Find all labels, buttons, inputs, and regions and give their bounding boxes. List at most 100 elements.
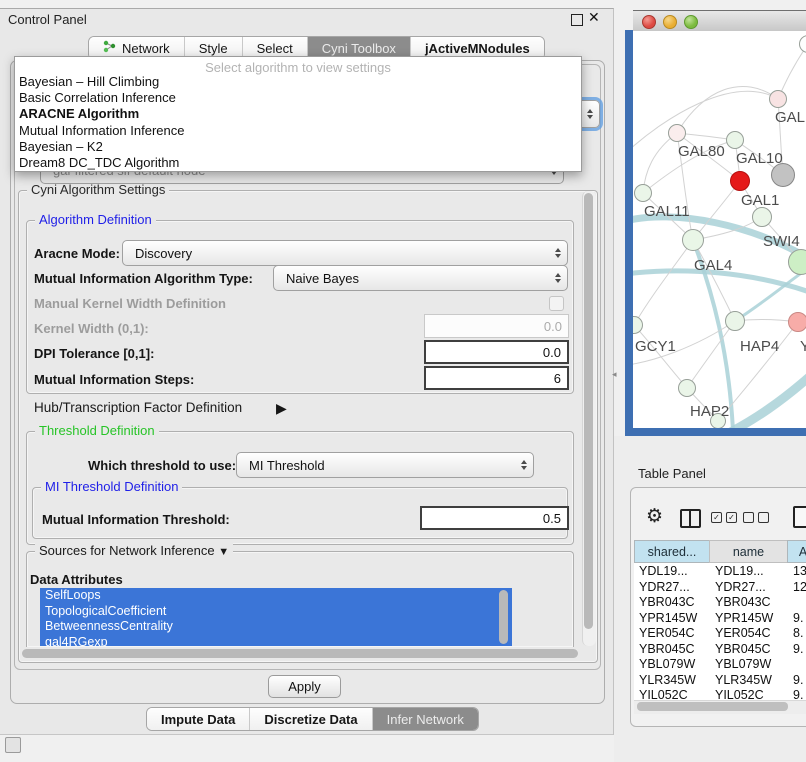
network-view-canvas[interactable]: GAL GAL80 GAL10 GAL1 GAL11 SWI4 GAL4 GCY… (633, 31, 806, 428)
tab-network-label: Network (122, 41, 170, 56)
list-item[interactable]: TopologicalCoefficient (40, 604, 512, 620)
dropdown-item[interactable]: Bayesian – Hill Climbing (15, 74, 581, 90)
network-node-salmon[interactable] (788, 312, 806, 332)
table-cell[interactable]: YBL079W (712, 657, 787, 673)
network-node-selected-red[interactable] (730, 171, 750, 191)
table-cell[interactable]: YIL052C (636, 688, 711, 700)
column-header-clipped[interactable]: A (787, 540, 806, 563)
sources-group-title: Sources for Network Inference ▼ (35, 543, 233, 558)
network-node[interactable] (682, 229, 704, 251)
dropdown-item[interactable]: Mutual Information Inference (15, 123, 581, 139)
table-cell[interactable]: YBR045C (712, 642, 787, 658)
column-header-shared-name[interactable]: shared... (634, 540, 710, 563)
mi-algorithm-type-label: Mutual Information Algorithm Type: (34, 271, 253, 286)
network-node[interactable] (668, 124, 686, 142)
table-cell[interactable]: 12 (790, 580, 806, 596)
table-cell[interactable]: YPR145W (712, 611, 787, 627)
table-cell[interactable]: YBR043C (636, 595, 711, 611)
table-cell[interactable]: YBR045C (636, 642, 711, 658)
table-cell[interactable]: YPR145W (636, 611, 711, 627)
table-cell[interactable]: 9. (790, 673, 806, 689)
float-panel-icon[interactable] (571, 14, 583, 26)
splitter-arrow-icon[interactable]: ◂ (612, 369, 617, 380)
list-item[interactable]: SelfLoops (40, 588, 512, 604)
table-cell[interactable]: YIL052C (712, 688, 787, 700)
table-cell[interactable]: YLR345W (636, 673, 711, 689)
hub-definition-label[interactable]: Hub/Transcription Factor Definition (34, 400, 242, 415)
settings-hscroll-thumb[interactable] (22, 649, 578, 658)
export-table-icon[interactable] (793, 506, 806, 528)
select-all-columns-icon[interactable]: ✓✓ (711, 512, 737, 523)
network-icon (103, 40, 116, 56)
network-node[interactable] (725, 311, 745, 331)
aracne-mode-combo[interactable]: Discovery (122, 240, 568, 266)
window-minimize-icon[interactable] (663, 15, 677, 29)
node-label: GAL11 (644, 203, 690, 220)
table-cell[interactable]: YER054C (712, 626, 787, 642)
network-node[interactable] (726, 131, 744, 149)
data-attributes-label: Data Attributes (30, 572, 123, 587)
list-item[interactable]: BetweennessCentrality (40, 619, 512, 635)
table-cell[interactable]: 13 (790, 564, 806, 580)
deselect-all-columns-icon[interactable] (743, 512, 769, 523)
settings-vscroll-thumb[interactable] (584, 193, 593, 629)
table-cell[interactable]: YLR345W (712, 673, 787, 689)
attribute-list-scrollbar[interactable] (499, 590, 508, 644)
node-attribute-table[interactable]: shared... name A YDL19... YDL19... 13 YD… (634, 540, 806, 700)
mi-threshold-field[interactable]: 0.5 (420, 506, 569, 530)
minimized-panel-icon[interactable] (5, 737, 21, 753)
dpi-tolerance-field[interactable]: 0.0 (424, 340, 569, 364)
table-cell[interactable]: 8. (790, 626, 806, 642)
manual-kernel-width-checkbox[interactable] (549, 296, 564, 311)
data-attributes-list[interactable]: SelfLoops TopologicalCoefficient Between… (40, 588, 512, 646)
mi-threshold-value: 0.5 (543, 511, 561, 526)
mi-algorithm-type-combo[interactable]: Naive Bayes (273, 265, 568, 291)
network-node[interactable] (752, 207, 772, 227)
sources-disclosure-expanded-icon[interactable]: ▼ (218, 546, 229, 558)
table-cell[interactable]: YER054C (636, 626, 711, 642)
algorithm-definition-title: Algorithm Definition (35, 212, 156, 227)
kernel-width-field[interactable]: 0.0 (424, 314, 569, 338)
dropdown-item[interactable]: Dream8 DC_TDC Algorithm (15, 155, 581, 171)
apply-button[interactable]: Apply (268, 675, 341, 698)
network-window-titlebar[interactable] (633, 10, 806, 33)
node-label: GAL4 (694, 257, 732, 274)
columns-icon[interactable] (680, 509, 701, 528)
column-header-name[interactable]: name (709, 540, 788, 563)
table-cell[interactable]: YDR27... (712, 580, 787, 596)
combo-arrows-icon (515, 460, 533, 470)
network-node[interactable] (678, 379, 696, 397)
table-cell[interactable]: YBL079W (636, 657, 711, 673)
tab-discretize-data[interactable]: Discretize Data (250, 708, 372, 730)
table-cell[interactable]: YDR27... (636, 580, 711, 596)
table-cell[interactable]: 9. (790, 688, 806, 700)
table-cell[interactable] (790, 657, 806, 673)
gear-icon[interactable]: ⚙ (646, 505, 663, 528)
dropdown-item-selected[interactable]: ARACNE Algorithm (15, 106, 581, 122)
tab-impute-data-label: Impute Data (161, 712, 235, 727)
table-cell[interactable]: 9. (790, 642, 806, 658)
table-hscroll-thumb[interactable] (637, 702, 788, 711)
tab-impute-data[interactable]: Impute Data (147, 708, 250, 730)
hub-disclosure-collapsed-icon[interactable]: ▶ (276, 400, 287, 417)
network-node[interactable] (769, 90, 787, 108)
node-label: Y (800, 338, 806, 355)
table-cell[interactable]: 9. (790, 611, 806, 627)
dropdown-item[interactable]: Bayesian – K2 (15, 139, 581, 155)
table-cell[interactable]: YDL19... (712, 564, 787, 580)
which-threshold-combo[interactable]: MI Threshold (236, 452, 534, 478)
table-cell[interactable]: YBR043C (712, 595, 787, 611)
network-node[interactable] (634, 184, 652, 202)
window-zoom-icon[interactable] (684, 15, 698, 29)
node-label: HAP4 (740, 338, 779, 355)
table-cell[interactable]: YDL19... (636, 564, 711, 580)
network-window-focus-border (625, 428, 806, 436)
close-panel-icon[interactable]: ✕ (588, 9, 600, 26)
dropdown-item[interactable]: Basic Correlation Inference (15, 90, 581, 106)
node-label: GAL (775, 109, 805, 126)
table-cell[interactable] (790, 595, 806, 611)
list-item[interactable]: gal4RGexp (40, 635, 512, 647)
window-close-icon[interactable] (642, 15, 656, 29)
mi-steps-field[interactable]: 6 (424, 366, 569, 390)
tab-infer-network[interactable]: Infer Network (373, 708, 478, 730)
